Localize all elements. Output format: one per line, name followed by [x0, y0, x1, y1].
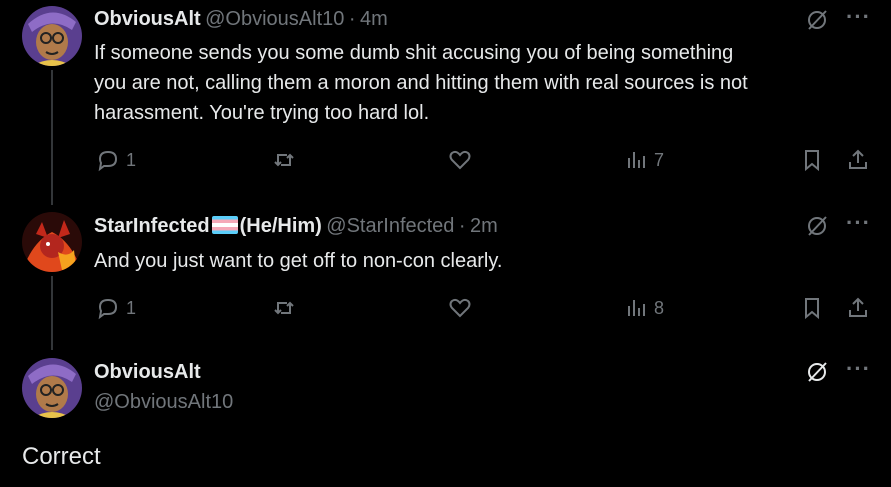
author-handle[interactable]: @ObviousAlt10	[94, 391, 233, 414]
reply-icon	[98, 150, 118, 172]
share-button[interactable]	[846, 296, 870, 320]
views-button[interactable]: 8	[624, 296, 664, 320]
author-handle[interactable]: @ObviousAlt10	[205, 8, 344, 30]
separator-dot: ·	[458, 215, 466, 237]
thread-line	[51, 276, 53, 350]
reply-icon	[98, 298, 118, 320]
timestamp[interactable]: 2m	[470, 215, 498, 237]
author-pronouns: (He/Him)	[239, 215, 322, 237]
views-count: 7	[654, 149, 665, 170]
more-button[interactable]: ···	[846, 210, 871, 236]
more-icon: ···	[846, 210, 871, 235]
timestamp[interactable]: 4m	[360, 8, 388, 30]
more-icon: ···	[846, 356, 871, 381]
avatar[interactable]	[22, 358, 82, 418]
views-icon	[628, 152, 645, 168]
retweet-button[interactable]	[272, 296, 296, 320]
tweet-text-line: If someone sends you some dumb shit accu…	[94, 42, 734, 64]
more-icon: ···	[846, 4, 871, 29]
tweet-text: If someone sends you some dumb shit accu…	[94, 38, 874, 128]
avatar[interactable]	[22, 6, 82, 66]
more-button[interactable]: ···	[846, 4, 871, 30]
grok-icon	[808, 362, 827, 382]
bookmark-icon	[805, 150, 819, 172]
grok-button[interactable]	[805, 360, 829, 389]
retweet-button[interactable]	[272, 148, 296, 172]
grok-button[interactable]	[805, 214, 829, 243]
trans-flag-icon	[211, 216, 238, 234]
retweet-icon	[274, 153, 294, 167]
tweet-header: ObviousAlt @ObviousAlt10 · 4m	[94, 8, 388, 31]
views-button[interactable]: 7	[624, 148, 664, 172]
bookmark-button[interactable]	[800, 148, 824, 172]
grok-icon	[808, 216, 827, 236]
like-button[interactable]	[448, 148, 472, 172]
grok-icon	[808, 10, 827, 30]
bookmark-button[interactable]	[800, 296, 824, 320]
tweet-header: StarInfected (He/Him) @StarInfected · 2m	[94, 215, 498, 238]
author-name[interactable]: ObviousAlt	[94, 361, 201, 384]
reply-count: 1	[126, 297, 137, 318]
main-tweet-text: Correct	[22, 443, 101, 470]
share-icon	[849, 149, 867, 169]
bookmark-icon	[805, 298, 819, 320]
thread-line	[51, 70, 53, 205]
reply-button[interactable]: 1	[96, 296, 136, 320]
author-name[interactable]: StarInfected	[94, 215, 210, 237]
avatar[interactable]	[22, 212, 82, 272]
grok-button[interactable]	[805, 8, 829, 37]
like-button[interactable]	[448, 296, 472, 320]
views-icon	[628, 300, 645, 316]
retweet-icon	[274, 301, 294, 315]
heart-icon	[449, 150, 471, 170]
heart-icon	[449, 298, 471, 318]
more-button[interactable]: ···	[846, 356, 871, 382]
reply-button[interactable]: 1	[96, 148, 136, 172]
views-count: 8	[654, 297, 665, 318]
share-button[interactable]	[846, 148, 870, 172]
reply-count: 1	[126, 149, 137, 170]
author-name[interactable]: ObviousAlt	[94, 8, 201, 30]
share-icon	[849, 297, 867, 317]
tweet-text: And you just want to get off to non-con …	[94, 250, 503, 272]
author-handle[interactable]: @StarInfected	[326, 215, 454, 237]
tweet-text-line: harassment. You're trying too hard lol.	[94, 102, 430, 124]
separator-dot: ·	[348, 8, 356, 30]
tweet-text-line: you are not, calling them a moron and hi…	[94, 72, 748, 94]
